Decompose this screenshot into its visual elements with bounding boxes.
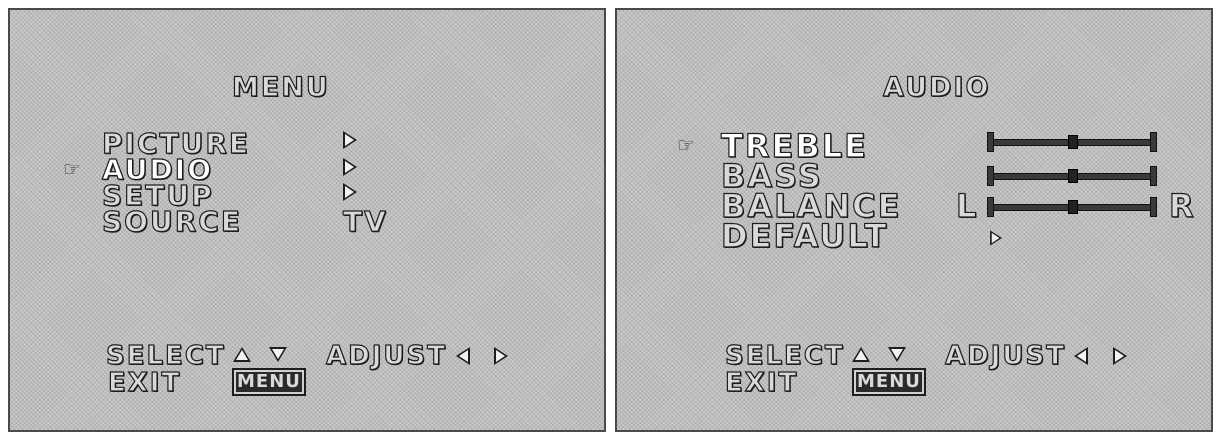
balance-left-label: L [955, 187, 979, 225]
menu-item-source[interactable]: SOURCE [101, 207, 242, 236]
main-menu-screen: MENU PICTURE ☞ AUDIO SETUP SOURCE TV SEL… [8, 8, 606, 432]
audio-title: AUDIO [882, 72, 991, 103]
up-arrow-icon [233, 347, 251, 362]
up-arrow-icon [852, 347, 870, 362]
adjust-hint-label: ADJUST [944, 341, 1066, 371]
source-value: TV [342, 205, 388, 238]
pointing-hand-icon: ☞ [677, 133, 695, 157]
audio-item-default[interactable]: DEFAULT [720, 219, 888, 252]
left-arrow-icon [1074, 347, 1088, 365]
submenu-arrow-icon [990, 230, 1002, 246]
audio-menu-screen: AUDIO ☞ TREBLE BASS BALANCE L R DEFAULT … [615, 8, 1213, 432]
menu-title: MENU [231, 72, 330, 103]
pointing-hand-icon: ☞ [63, 157, 81, 181]
adjust-hint-label: ADJUST [325, 341, 447, 371]
bass-slider[interactable] [987, 166, 1157, 186]
select-hint-label: SELECT [105, 341, 226, 371]
down-arrow-icon [888, 347, 906, 362]
balance-right-label: R [1168, 187, 1196, 225]
right-arrow-icon [494, 347, 508, 365]
left-arrow-icon [456, 347, 470, 365]
treble-slider[interactable] [987, 132, 1157, 152]
submenu-arrow-icon [343, 158, 357, 176]
exit-hint-label: EXIT [107, 368, 182, 398]
bass-slider-knob[interactable] [1068, 169, 1078, 183]
treble-slider-knob[interactable] [1068, 135, 1078, 149]
right-arrow-icon [1113, 347, 1127, 365]
down-arrow-icon [269, 347, 287, 362]
menu-key-badge: MENU [852, 368, 926, 396]
submenu-arrow-icon [343, 131, 357, 149]
balance-slider[interactable] [987, 197, 1157, 217]
menu-key-badge: MENU [232, 368, 306, 396]
submenu-arrow-icon [343, 183, 357, 201]
balance-slider-knob[interactable] [1068, 200, 1078, 214]
exit-hint-label: EXIT [724, 368, 799, 398]
select-hint-label: SELECT [724, 341, 845, 371]
